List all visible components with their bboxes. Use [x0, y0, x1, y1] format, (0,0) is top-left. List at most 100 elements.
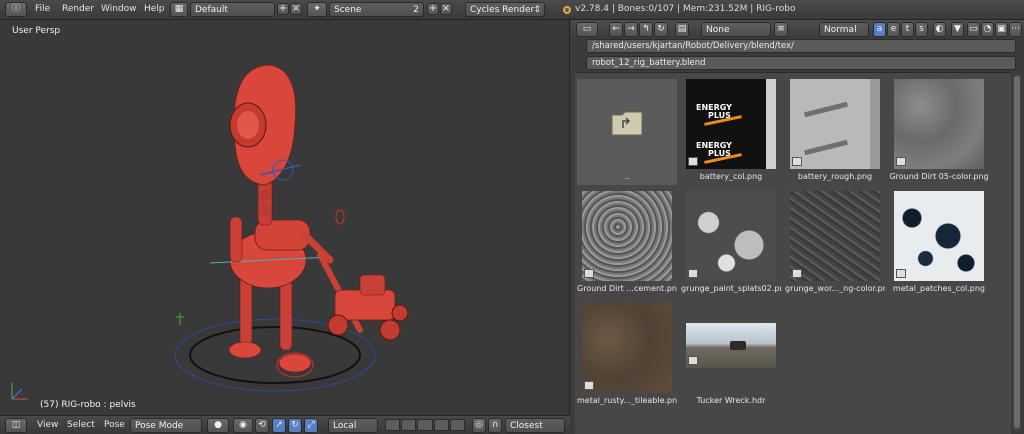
blend-file-icon: ◔	[983, 24, 992, 34]
file-thumbnail: ENERGY PLUS ENERGY PLUS	[686, 79, 776, 169]
menu-render[interactable]: Render	[59, 2, 97, 17]
file-item[interactable]: Tucker Wreck.hdr	[681, 300, 781, 410]
recursion-label: None	[706, 25, 730, 35]
pivot-point-button[interactable]: ◉	[233, 418, 253, 433]
filter-blend-button[interactable]: ◔	[981, 22, 994, 37]
parent-folder-icon: ↰	[642, 24, 650, 34]
close-icon: ×	[441, 3, 451, 14]
file-item[interactable]: grunge_paint_splats02.png	[681, 188, 781, 298]
view-label: User Persp	[12, 26, 61, 36]
new-folder-button[interactable]: ▤	[675, 22, 689, 37]
file-name: grunge_paint_splats02.png	[681, 284, 781, 293]
remove-scene-button[interactable]: ×	[440, 3, 452, 15]
menu-file[interactable]: File	[32, 2, 53, 17]
image-file-badge-icon	[584, 269, 594, 278]
image-file-badge-icon	[792, 269, 802, 278]
menu-pose[interactable]: Pose	[101, 418, 128, 433]
display-mode-button[interactable]: ≡	[774, 22, 788, 37]
top-info-bar: ⓘ File Render Window Help ▦ Default + × …	[0, 0, 1024, 20]
screen-layout-icon-button[interactable]: ▦	[170, 2, 188, 17]
filter-image-button[interactable]: ▣	[995, 22, 1008, 37]
image-file-badge-icon	[584, 381, 594, 390]
file-name: metal_rusty..._tileable.png	[577, 396, 677, 405]
editor-type-3d-button[interactable]: ◫	[5, 418, 27, 433]
thumbnail-scrollbar[interactable]	[1013, 74, 1021, 432]
file-item[interactable]: battery_rough.png	[785, 76, 885, 186]
file-thumbnail	[894, 79, 984, 169]
file-thumbnail	[686, 323, 776, 368]
scene-field[interactable]: Scene 2	[329, 2, 424, 17]
pivot-icon: ◉	[239, 420, 247, 430]
file-item[interactable]: metal_rusty..._tileable.png	[577, 300, 677, 410]
editor-type-info-button[interactable]: ⓘ	[5, 2, 27, 17]
transform-orientation-dropdown[interactable]: Local	[328, 418, 378, 433]
refresh-button[interactable]: ↻	[654, 22, 668, 37]
scrollbar-thumb[interactable]	[1014, 76, 1020, 428]
sort-time-button[interactable]: t	[901, 22, 914, 37]
filename-input[interactable]: robot_12_rig_battery.blend	[586, 56, 1016, 70]
manipulator-toggle[interactable]: ⟲	[255, 418, 269, 433]
snap-target-dropdown[interactable]: Closest	[505, 418, 565, 433]
menu-window[interactable]: Window	[98, 2, 140, 17]
filter-toggle-button[interactable]: ▼	[951, 22, 964, 37]
image-file-badge-icon	[688, 356, 698, 365]
show-hidden-button[interactable]: ◐	[933, 22, 946, 37]
scene-icon: ✦	[313, 4, 321, 14]
interaction-mode-dropdown[interactable]: Pose Mode	[130, 418, 202, 433]
remove-layout-button[interactable]: ×	[290, 3, 302, 15]
recursion-dropdown[interactable]: None	[701, 22, 771, 37]
file-item[interactable]: ENERGY PLUS ENERGY PLUS battery_col.png	[681, 76, 781, 186]
sort-time-icon: t	[905, 24, 910, 34]
parent-dir-button[interactable]: ↰	[639, 22, 653, 37]
file-item[interactable]: grunge_wor..._ng-color.png	[785, 188, 885, 298]
add-layout-button[interactable]: +	[277, 3, 289, 15]
screen-layout-field[interactable]: Default	[190, 2, 275, 17]
proportional-edit-button[interactable]: ◎	[472, 418, 486, 433]
menu-help[interactable]: Help	[141, 2, 168, 17]
viewport-shading-button[interactable]: ●	[207, 418, 229, 433]
display-size-dropdown[interactable]: Normal	[819, 22, 869, 37]
filter-more-button[interactable]: ⋯	[1009, 22, 1022, 37]
snap-target-label: Closest	[510, 421, 543, 431]
folder-icon	[611, 111, 643, 136]
image-file-badge-icon	[792, 157, 802, 166]
image-icon: ▣	[997, 24, 1006, 34]
add-scene-button[interactable]: +	[427, 3, 439, 15]
editor-type-filebrowser-button[interactable]: ▭	[576, 22, 598, 37]
file-item[interactable]: Ground Dirt 05-color.png	[889, 76, 989, 186]
menu-view[interactable]: View	[34, 418, 61, 433]
filter-folder-button[interactable]: ▭	[967, 22, 980, 37]
rotate-icon: ↻	[291, 420, 299, 430]
forward-button[interactable]: →	[624, 22, 638, 37]
file-item[interactable]: Ground Dirt ...cement.png	[577, 188, 677, 298]
parent-folder-item[interactable]: ..	[577, 76, 677, 186]
back-button[interactable]: ←	[609, 22, 623, 37]
scene-icon-button[interactable]: ✦	[307, 2, 327, 17]
cube-icon: ◫	[11, 420, 21, 430]
snap-toggle-button[interactable]: ∩	[488, 418, 502, 433]
file-item[interactable]: metal_patches_col.png	[889, 188, 989, 298]
mode-label: Pose Mode	[135, 421, 184, 431]
render-engine-dropdown[interactable]: Cycles Render ⇕	[465, 2, 545, 17]
translate-manipulator-button[interactable]: ↗	[272, 418, 286, 433]
sort-size-button[interactable]: s	[915, 22, 928, 37]
scale-manipulator-button[interactable]: ⤢	[304, 418, 318, 433]
directory-path-input[interactable]: /shared/users/kjartan/Robot/Delivery/ble…	[586, 39, 1016, 53]
image-file-badge-icon	[688, 269, 698, 278]
axis-gizmo-icon	[11, 383, 28, 400]
parent-folder-label: ..	[624, 172, 630, 181]
file-thumbnail	[582, 191, 672, 281]
sort-size-icon: s	[919, 24, 924, 34]
rotate-manipulator-button[interactable]: ↻	[288, 418, 302, 433]
file-thumbnail	[790, 191, 880, 281]
3d-viewport[interactable]: User Persp (57) RIG-robo: pelvis	[0, 20, 570, 415]
more-icon: ⋯	[1011, 24, 1020, 34]
layer-buttons[interactable]	[385, 419, 466, 431]
active-object-status: (57) RIG-robo : pelvis	[40, 400, 136, 410]
robot-model[interactable]	[150, 45, 450, 395]
sort-alpha-button[interactable]: a	[873, 22, 886, 37]
file-thumbnail	[686, 191, 776, 281]
file-browser: ▭ ← → ↰ ↻ ▤ None ≡ Normal a e t s ◐ ▼ ▭ …	[571, 20, 1024, 434]
sort-ext-button[interactable]: e	[887, 22, 900, 37]
menu-select[interactable]: Select	[64, 418, 98, 433]
